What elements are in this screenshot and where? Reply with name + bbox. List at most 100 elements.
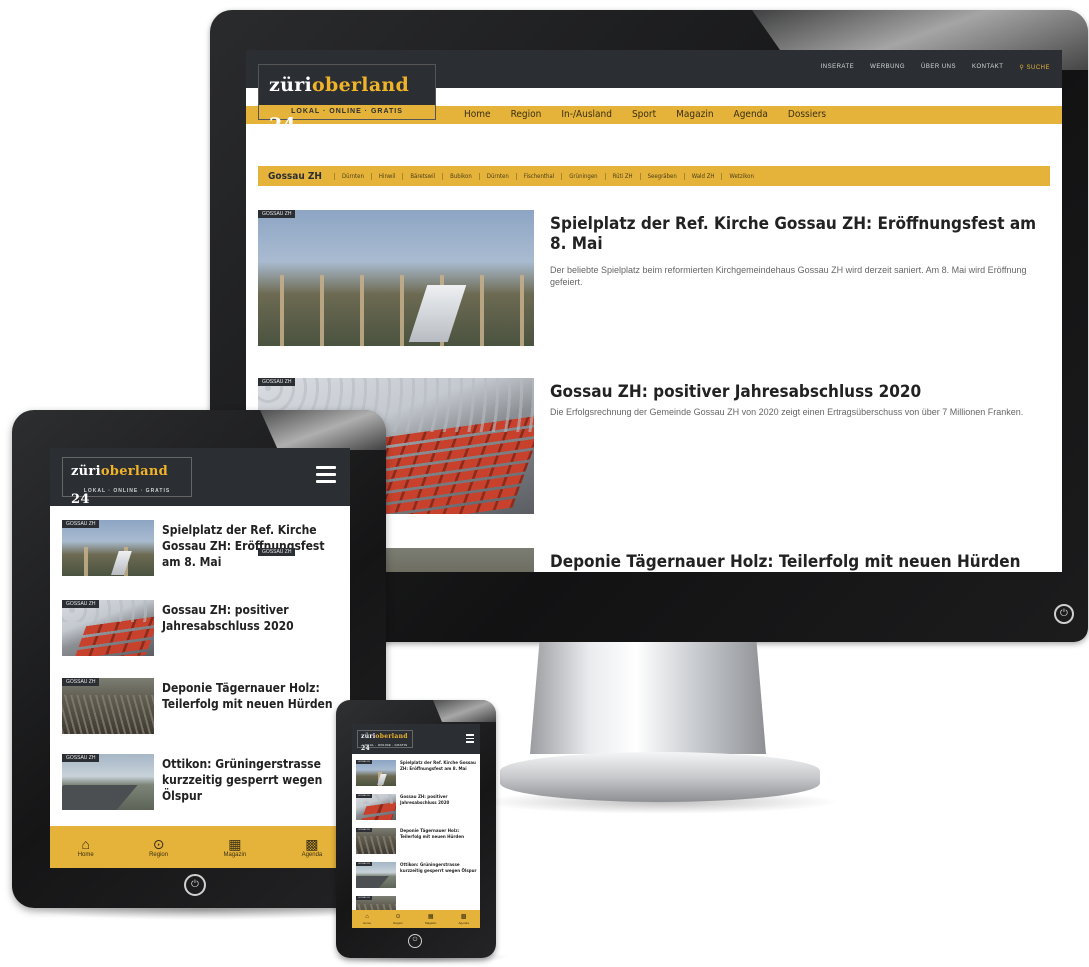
tablet-bottom-nav: ⌂ Home ⊙ Region ▦ Magazin ▩ Agenda [50, 826, 350, 868]
bottom-nav-region[interactable]: ⊙ Region [393, 914, 403, 925]
monitor-stand-neck [530, 642, 766, 754]
phone-screen: zürioberland 24 LOKAL · ONLINE · GRATIS … [352, 724, 480, 928]
article-image[interactable]: GOSSAU ZH [356, 828, 396, 854]
article-tag: GOSSAU ZH [258, 210, 296, 218]
top-link-inserate[interactable]: INSERATE [821, 64, 855, 71]
bottom-nav-label: Agenda [458, 920, 469, 925]
article-image[interactable]: GOSSAU ZH [356, 794, 396, 820]
magazine-icon: ▦ [228, 836, 242, 852]
article-card[interactable]: GOSSAU ZH Gossau ZH: positiver Jahresabs… [62, 600, 342, 658]
article-tag: GOSSAU ZH [62, 678, 100, 686]
nav-item-region[interactable]: Region [511, 106, 542, 124]
bottom-nav-agenda[interactable]: ▩ Agenda [459, 914, 469, 925]
article-title[interactable]: Deponie Tägernauer Holz: Teilerfolg mit … [400, 829, 478, 841]
article-image[interactable]: GOSSAU ZH [258, 210, 534, 346]
article-title[interactable]: Gossau ZH: positiver Jahresabschluss 202… [550, 382, 1050, 402]
article-title[interactable]: Deponie Tägernauer Holz: Teilerfolg mit … [162, 680, 340, 712]
bottom-nav-region[interactable]: ⊙ Region [149, 836, 168, 858]
article-tag: GOSSAU ZH [356, 794, 372, 798]
hamburger-icon[interactable] [466, 734, 474, 745]
article-title[interactable]: Ottikon: Grüningerstrasse kurzzeitig ges… [400, 863, 478, 875]
top-links: INSERATE WERBUNG ÜBER UNS KONTAKT ⚲ SUCH… [821, 64, 1050, 71]
top-link-kontakt[interactable]: KONTAKT [972, 64, 1003, 71]
article-title[interactable]: Spielplatz der Ref. Kirche Gossau ZH: Er… [550, 214, 1050, 254]
article-tag: GOSSAU ZH [62, 600, 100, 608]
logo-part-oberland: oberland [312, 74, 410, 96]
article-title[interactable]: Ottikon: Grüningerstrasse kurzzeitig ges… [162, 756, 340, 804]
subnav-item[interactable]: Grüningen [561, 172, 604, 180]
bottom-nav-magazin[interactable]: ▦ Magazin [224, 836, 247, 858]
home-icon: ⌂ [81, 836, 90, 852]
nav-item-agenda[interactable]: Agenda [734, 106, 768, 124]
article-card[interactable]: GOSSAU ZH Gossau ZH: positiver Jahresabs… [356, 794, 478, 822]
site-logo[interactable]: zürioberland 24 LOKAL · ONLINE · GRATIS [62, 457, 192, 507]
subnav-item[interactable]: Dürnten [333, 172, 371, 180]
top-link-ueber-uns[interactable]: ÜBER UNS [921, 64, 956, 71]
power-icon: ⏻ [408, 934, 422, 948]
nav-item-magazin[interactable]: Magazin [676, 106, 713, 124]
tablet-screen: zürioberland 24 LOKAL · ONLINE · GRATIS … [50, 448, 350, 868]
article-card[interactable]: GOSSAU ZH Deponie Tägernauer Holz: Teile… [62, 678, 342, 736]
subnav-current[interactable]: Gossau ZH [258, 171, 334, 182]
nav-item-dossiers[interactable]: Dossiers [788, 106, 826, 124]
article-title[interactable]: Spielplatz der Ref. Kirche Gossau ZH: Er… [162, 522, 340, 570]
article-card[interactable]: GOSSAU ZH Spielplatz der Ref. Kirche Gos… [62, 520, 342, 578]
article-tag: GOSSAU ZH [356, 828, 372, 832]
subnav-item[interactable]: Seegräben [639, 172, 684, 180]
logo-part-oberland: oberland [375, 733, 408, 740]
subnav-item[interactable]: Rüti ZH [604, 172, 640, 180]
article-image[interactable]: GOSSAU ZH [62, 678, 154, 734]
tablet-gloss [260, 410, 386, 450]
article-card[interactable]: GOSSAU ZH Spielplatz der Ref. Kirche Gos… [356, 760, 478, 788]
subnav-item[interactable]: Wetzikon [721, 172, 760, 180]
monitor-stand-base [500, 752, 820, 802]
article-tag: GOSSAU ZH [62, 520, 100, 528]
article-image[interactable]: GOSSAU ZH [62, 520, 154, 576]
article-card[interactable]: GOSSAU ZH Deponie Tägernauer Holz: Teile… [356, 828, 478, 856]
article-image[interactable]: GOSSAU ZH [356, 760, 396, 786]
bottom-nav-label: Magazin [425, 920, 437, 925]
nav-item-home[interactable]: Home [464, 106, 491, 124]
bottom-nav-agenda[interactable]: ▩ Agenda [302, 836, 323, 858]
search-label: SUCHE [1026, 65, 1050, 71]
bottom-nav-label: Agenda [301, 852, 323, 858]
article-title[interactable]: Gossau ZH: positiver Jahresabschluss 202… [400, 795, 478, 807]
subnav-item[interactable]: Bäretswil [402, 172, 442, 180]
phone-bottom-nav: ⌂ Home ⊙ Region ▦ Magazin ▩ Agenda [352, 910, 480, 928]
article-tag: GOSSAU ZH [258, 378, 296, 386]
top-link-werbung[interactable]: WERBUNG [870, 64, 905, 71]
article-tag: GOSSAU ZH [356, 896, 372, 900]
bottom-nav-label: Region [393, 920, 403, 925]
article-title[interactable]: Gossau ZH: positiver Jahresabschluss 202… [162, 602, 340, 634]
hamburger-icon[interactable] [316, 466, 336, 486]
article-title[interactable]: Deponie Tägernauer Holz: Teilerfolg mit … [550, 552, 1050, 572]
site-logo[interactable]: zürioberland 24 LOKAL · ONLINE · GRATIS [357, 730, 413, 752]
subnav-item[interactable]: Dürnten [478, 172, 516, 180]
subnav-item[interactable]: Wald ZH [683, 172, 722, 180]
bottom-nav-label: Home [363, 920, 372, 925]
article-tag: GOSSAU ZH [62, 754, 100, 762]
bottom-nav-home[interactable]: ⌂ Home [363, 914, 371, 925]
nav-item-sport[interactable]: Sport [632, 106, 656, 124]
subnav-item[interactable]: Bubikon [442, 172, 479, 180]
bottom-nav-home[interactable]: ⌂ Home [78, 836, 94, 858]
phone-gloss [433, 700, 496, 722]
article-image[interactable]: GOSSAU ZH [62, 754, 154, 810]
article-image[interactable]: GOSSAU ZH [62, 600, 154, 656]
article-card[interactable]: GOSSAU ZH Ottikon: Grüningerstrasse kurz… [356, 862, 478, 890]
site-logo[interactable]: zürioberland 24 LOKAL · ONLINE · GRATIS [258, 64, 436, 136]
article-image[interactable]: GOSSAU ZH [356, 862, 396, 888]
search-button[interactable]: ⚲ SUCHE [1019, 64, 1050, 71]
region-subnav: Gossau ZH Dürnten Hinwil Bäretswil Bubik… [258, 166, 1050, 186]
bottom-nav-magazin[interactable]: ▦ Magazin [425, 914, 436, 925]
nav-item-in-ausland[interactable]: In-/Ausland [561, 106, 612, 124]
search-icon: ⚲ [1019, 65, 1025, 71]
tablet-device: zürioberland 24 LOKAL · ONLINE · GRATIS … [12, 410, 386, 908]
subnav-item[interactable]: Hinwil [370, 172, 402, 180]
power-icon: ⏻ [184, 874, 206, 896]
bottom-nav-label: Region [149, 852, 169, 858]
subnav-item[interactable]: Fischenthal [515, 172, 561, 180]
article-title[interactable]: Spielplatz der Ref. Kirche Gossau ZH: Er… [400, 761, 478, 773]
article-card[interactable]: GOSSAU ZH Ottikon: Grüningerstrasse kurz… [62, 754, 342, 812]
calendar-icon: ▩ [460, 913, 467, 920]
